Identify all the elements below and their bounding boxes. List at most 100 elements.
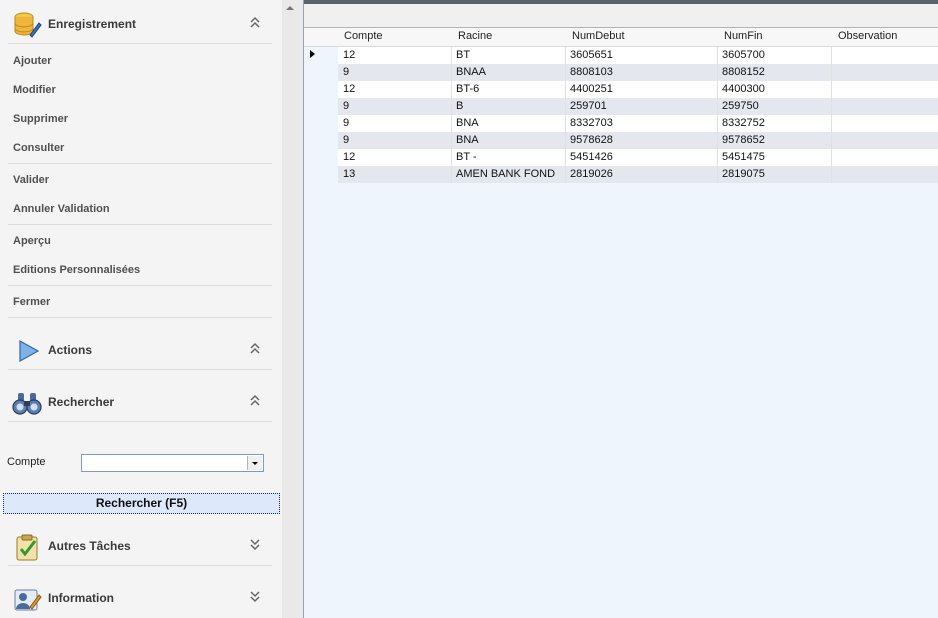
cell-numfin[interactable]: 3605700: [722, 49, 765, 61]
column-divider: [717, 81, 718, 98]
compte-select[interactable]: [81, 454, 264, 472]
cell-racine[interactable]: BT: [456, 49, 470, 61]
column-header-compte[interactable]: Compte: [344, 30, 383, 42]
play-arrow-icon: [19, 339, 40, 363]
compte-label: Compte: [7, 456, 46, 468]
current-row-indicator-icon: [310, 50, 315, 58]
cell-compte[interactable]: 12: [343, 49, 355, 61]
column-divider: [831, 98, 832, 115]
cell-numdebut[interactable]: 9578628: [570, 134, 613, 146]
cell-compte[interactable]: 9: [343, 66, 349, 78]
checklist-icon: [16, 534, 38, 561]
valider-link[interactable]: Valider: [13, 174, 49, 186]
group-by-panel[interactable]: [304, 4, 938, 28]
group-information-header[interactable]: Information: [0, 578, 282, 618]
table-row[interactable]: 9 BNAA 8808103 8808152: [338, 64, 938, 81]
task-pane: Enregistrement Ajouter Modifier Supprime…: [0, 0, 283, 618]
cell-compte[interactable]: 9: [343, 100, 349, 112]
column-divider: [451, 81, 452, 98]
expand-chevron-icon[interactable]: [249, 588, 261, 604]
annuler-validation-link[interactable]: Annuler Validation: [13, 203, 110, 215]
cell-racine[interactable]: BNA: [456, 117, 479, 129]
cell-numfin[interactable]: 8808152: [722, 66, 765, 78]
table-row[interactable]: 12 BT-6 4400251 4400300: [338, 81, 938, 98]
group-enregistrement-title: Enregistrement: [48, 17, 137, 31]
cell-numdebut[interactable]: 4400251: [570, 83, 613, 95]
consulter-link[interactable]: Consulter: [13, 142, 64, 154]
cell-numdebut[interactable]: 8808103: [570, 66, 613, 78]
collapse-chevron-icon[interactable]: [249, 392, 261, 408]
cell-racine[interactable]: BT-6: [456, 83, 479, 95]
table-row[interactable]: 9 BNA 8332703 8332752: [338, 115, 938, 132]
pane-scrollbar[interactable]: [282, 0, 303, 618]
cell-compte[interactable]: 12: [343, 83, 355, 95]
column-divider: [451, 166, 452, 183]
fermer-link[interactable]: Fermer: [13, 296, 50, 308]
divider: [8, 317, 272, 318]
cell-racine[interactable]: AMEN BANK FOND: [456, 168, 555, 180]
column-divider: [565, 98, 566, 115]
cell-numfin[interactable]: 4400300: [722, 83, 765, 95]
apercu-link[interactable]: Aperçu: [13, 235, 51, 247]
column-divider: [831, 115, 832, 132]
divider: [8, 224, 272, 225]
divider: [8, 565, 272, 566]
column-header-observation[interactable]: Observation: [838, 30, 897, 42]
cell-racine[interactable]: BNA: [456, 134, 479, 146]
cell-numfin[interactable]: 9578652: [722, 134, 765, 146]
divider: [8, 43, 272, 44]
table-row[interactable]: 9 B 259701 259750: [338, 98, 938, 115]
table-row[interactable]: 12 BT 3605651 3605700: [338, 47, 938, 64]
cell-numdebut[interactable]: 2819026: [570, 168, 613, 180]
scroll-up-arrow-icon[interactable]: [286, 6, 294, 10]
table-row[interactable]: 13 AMEN BANK FOND 2819026 2819075: [338, 166, 938, 183]
editions-personnalisees-link[interactable]: Editions Personnalisées: [13, 264, 140, 276]
cell-numfin[interactable]: 2819075: [722, 168, 765, 180]
cell-compte[interactable]: 12: [343, 151, 355, 163]
column-divider: [831, 166, 832, 183]
cell-numdebut[interactable]: 3605651: [570, 49, 613, 61]
collapse-chevron-icon[interactable]: [249, 14, 261, 30]
column-divider: [831, 132, 832, 149]
cell-racine[interactable]: BT -: [456, 151, 477, 163]
column-header-numdebut[interactable]: NumDebut: [572, 30, 625, 42]
cell-numdebut[interactable]: 5451426: [570, 151, 613, 163]
column-divider: [565, 166, 566, 183]
column-divider: [831, 64, 832, 81]
column-divider: [717, 166, 718, 183]
supprimer-link[interactable]: Supprimer: [13, 113, 68, 125]
group-autres-taches-title: Autres Tâches: [48, 539, 131, 553]
dropdown-arrow-icon[interactable]: [247, 456, 262, 470]
divider: [8, 421, 272, 422]
cell-numfin[interactable]: 259750: [722, 100, 759, 112]
cell-compte[interactable]: 9: [343, 134, 349, 146]
cell-numfin[interactable]: 8332752: [722, 117, 765, 129]
column-header-numfin[interactable]: NumFin: [724, 30, 763, 42]
cell-racine[interactable]: BNAA: [456, 66, 486, 78]
column-header-racine[interactable]: Racine: [458, 30, 492, 42]
table-row[interactable]: 12 BT - 5451426 5451475: [338, 149, 938, 166]
cell-numdebut[interactable]: 8332703: [570, 117, 613, 129]
table-row[interactable]: 9 BNA 9578628 9578652: [338, 132, 938, 149]
group-rechercher-title: Rechercher: [48, 395, 115, 409]
group-actions-header[interactable]: Actions: [0, 330, 282, 370]
modifier-link[interactable]: Modifier: [13, 84, 56, 96]
data-grid: Compte Racine NumDebut NumFin Observatio…: [303, 0, 938, 618]
rechercher-button[interactable]: Rechercher (F5): [3, 493, 280, 514]
column-divider: [717, 98, 718, 115]
expand-chevron-icon[interactable]: [249, 536, 261, 552]
column-divider: [565, 115, 566, 132]
column-divider: [565, 81, 566, 98]
group-autres-taches-header[interactable]: Autres Tâches: [0, 526, 282, 566]
cell-compte[interactable]: 13: [343, 168, 355, 180]
cell-numdebut[interactable]: 259701: [570, 100, 607, 112]
group-enregistrement-header[interactable]: Enregistrement: [0, 4, 282, 44]
cell-compte[interactable]: 9: [343, 117, 349, 129]
ajouter-link[interactable]: Ajouter: [13, 55, 52, 67]
cell-racine[interactable]: B: [456, 100, 463, 112]
collapse-chevron-icon[interactable]: [249, 340, 261, 356]
cell-numfin[interactable]: 5451475: [722, 151, 765, 163]
divider: [8, 369, 272, 370]
column-divider: [451, 47, 452, 64]
group-rechercher-header[interactable]: Rechercher: [0, 382, 282, 422]
